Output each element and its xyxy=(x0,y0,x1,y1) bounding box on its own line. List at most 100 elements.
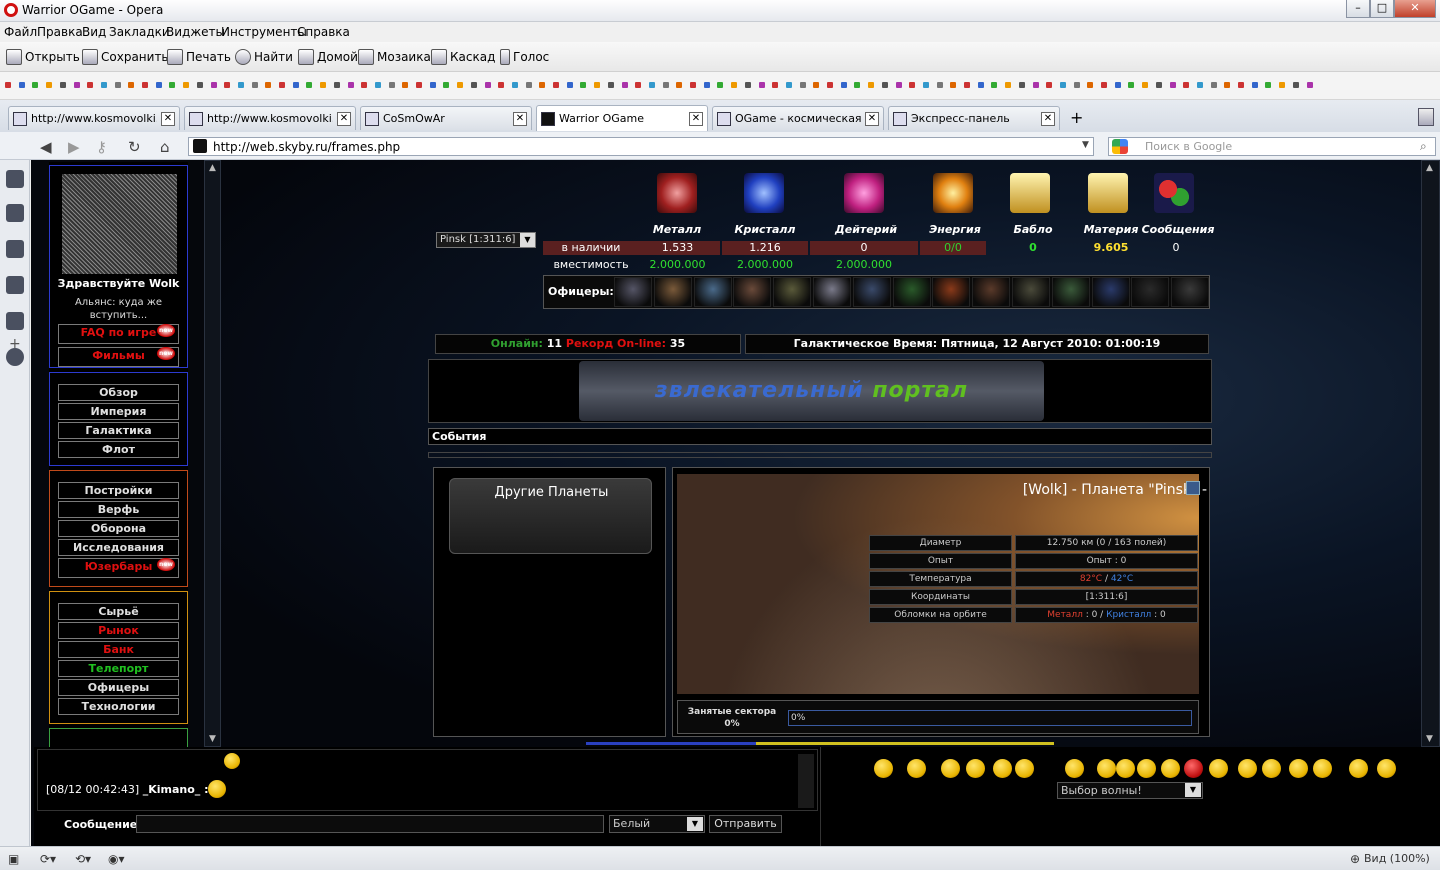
notes-icon[interactable] xyxy=(6,276,24,294)
google-icon[interactable] xyxy=(1112,139,1128,154)
officer-portrait[interactable] xyxy=(733,277,772,307)
bookmark-favicon-icon[interactable] xyxy=(553,82,559,88)
bookmark-favicon-icon[interactable] xyxy=(1005,82,1012,88)
smiley-icon[interactable] xyxy=(1313,759,1332,778)
tab-close-icon[interactable]: ✕ xyxy=(1041,111,1055,126)
sync-icon[interactable]: ⟳▾ xyxy=(40,852,56,866)
bookmark-favicon-icon[interactable] xyxy=(772,82,779,88)
tile-button[interactable]: Мозаика xyxy=(358,49,431,65)
bookmark-favicon-icon[interactable] xyxy=(306,82,313,88)
home-icon[interactable]: ⌂ xyxy=(160,138,170,156)
key-icon[interactable]: ⚷ xyxy=(96,138,107,156)
bookmark-favicon-icon[interactable] xyxy=(1292,82,1299,88)
nav-item[interactable]: Фильмы new xyxy=(58,347,179,367)
officer-portrait[interactable] xyxy=(972,277,1011,307)
bookmark-favicon-icon[interactable] xyxy=(1032,82,1039,88)
tab-speed-dial[interactable]: Экспресс-панель ✕ xyxy=(888,106,1060,130)
add-panel-icon[interactable]: + xyxy=(9,336,21,352)
bookmark-favicon-icon[interactable] xyxy=(813,82,820,88)
smiley-icon[interactable] xyxy=(1015,759,1034,778)
open-button[interactable]: Открыть xyxy=(6,49,80,65)
bookmark-favicon-icon[interactable] xyxy=(744,82,751,88)
smiley-icon[interactable] xyxy=(1377,759,1396,778)
officer-portrait[interactable] xyxy=(1131,277,1170,307)
bookmark-favicon-icon[interactable] xyxy=(18,82,25,88)
widgets-icon[interactable] xyxy=(6,240,24,258)
bookmark-favicon-icon[interactable] xyxy=(1018,82,1025,88)
bookmark-favicon-icon[interactable] xyxy=(210,82,217,88)
bookmark-favicon-icon[interactable] xyxy=(964,82,970,88)
smiley-icon[interactable] xyxy=(1116,759,1135,778)
chevron-down-icon[interactable]: ▼ xyxy=(687,817,703,831)
tab-kosmovolki-1[interactable]: http://www.kosmovolki.… ✕ xyxy=(8,106,180,130)
find-button[interactable]: Найти xyxy=(235,49,293,65)
nav-item[interactable]: Технологии xyxy=(58,698,179,715)
bookmark-favicon-icon[interactable] xyxy=(87,82,94,88)
nav-item[interactable]: Верфь xyxy=(58,501,179,518)
bookmark-favicon-icon[interactable] xyxy=(1306,82,1313,88)
bookmark-favicon-icon[interactable] xyxy=(1183,82,1190,88)
bookmark-favicon-icon[interactable] xyxy=(662,82,669,88)
bookmark-favicon-icon[interactable] xyxy=(580,82,587,88)
bookmark-favicon-icon[interactable] xyxy=(936,82,943,88)
menu-help[interactable]: Справка xyxy=(297,25,350,39)
bookmark-favicon-icon[interactable] xyxy=(347,82,354,88)
nav-item[interactable]: Обзор xyxy=(58,384,179,401)
bookmark-favicon-icon[interactable] xyxy=(498,82,505,88)
bookmark-favicon-icon[interactable] xyxy=(100,82,107,88)
bookmark-favicon-icon[interactable] xyxy=(128,82,135,88)
bookmark-favicon-icon[interactable] xyxy=(5,82,11,88)
bookmark-favicon-icon[interactable] xyxy=(59,82,66,88)
bookmark-favicon-icon[interactable] xyxy=(1210,82,1217,88)
nav-item[interactable]: Флот xyxy=(58,441,179,458)
bookmark-favicon-icon[interactable] xyxy=(333,82,340,88)
tab-close-icon[interactable]: ✕ xyxy=(689,111,703,126)
menu-bookmarks[interactable]: Закладки xyxy=(109,25,170,39)
bookmark-favicon-icon[interactable] xyxy=(1087,82,1094,88)
nav-item[interactable]: Сырьё xyxy=(58,603,179,620)
bookmark-favicon-icon[interactable] xyxy=(114,82,121,88)
bookmark-favicon-icon[interactable] xyxy=(1059,82,1066,88)
send-button[interactable]: Отправить xyxy=(709,815,782,833)
officer-portrait[interactable] xyxy=(852,277,891,307)
bookmark-favicon-icon[interactable] xyxy=(196,82,203,88)
url-dropdown-icon[interactable]: ▼ xyxy=(1082,140,1089,150)
bookmark-favicon-icon[interactable] xyxy=(868,82,875,88)
bookmark-favicon-icon[interactable] xyxy=(977,82,984,88)
officer-portrait[interactable] xyxy=(693,277,732,307)
panel-toggle-icon[interactable]: ▣ xyxy=(8,852,19,866)
bookmark-favicon-icon[interactable] xyxy=(1128,82,1135,88)
menu-view[interactable]: Вид xyxy=(82,25,106,39)
bookmark-favicon-icon[interactable] xyxy=(525,82,532,88)
bookmark-favicon-icon[interactable] xyxy=(1265,82,1272,88)
bookmark-favicon-icon[interactable] xyxy=(703,82,710,88)
tab-close-icon[interactable]: ✕ xyxy=(513,111,527,126)
minimize-button[interactable]: – xyxy=(1346,0,1370,18)
smiley-icon[interactable] xyxy=(1161,759,1180,778)
officer-portrait[interactable] xyxy=(614,277,652,307)
bookmark-favicon-icon[interactable] xyxy=(690,82,696,88)
settings-gear-icon[interactable] xyxy=(6,204,24,222)
bookmark-favicon-icon[interactable] xyxy=(1196,82,1203,88)
bookmark-favicon-icon[interactable] xyxy=(676,82,683,88)
bookmark-favicon-icon[interactable] xyxy=(594,82,601,88)
turbo-icon[interactable]: ⟲▾ xyxy=(75,852,91,866)
bookmark-favicon-icon[interactable] xyxy=(1142,82,1149,88)
bookmark-favicon-icon[interactable] xyxy=(607,82,614,88)
bookmark-favicon-icon[interactable] xyxy=(991,82,998,88)
bookmark-favicon-icon[interactable] xyxy=(635,82,642,88)
smiley-icon[interactable] xyxy=(1238,759,1257,778)
officer-portrait[interactable] xyxy=(932,277,971,307)
bookmark-favicon-icon[interactable] xyxy=(539,82,546,88)
message-input[interactable] xyxy=(136,815,604,833)
planet-settings-icon[interactable] xyxy=(1186,481,1200,495)
bookmark-favicon-icon[interactable] xyxy=(950,82,957,88)
bookmark-favicon-icon[interactable] xyxy=(183,82,190,88)
bookmark-favicon-icon[interactable] xyxy=(1224,82,1231,88)
bookmark-favicon-icon[interactable] xyxy=(648,82,655,88)
tab-cosmowar[interactable]: CoSmOwAr ✕ xyxy=(360,106,532,130)
bookmark-favicon-icon[interactable] xyxy=(799,82,806,88)
tab-ogame[interactable]: OGame - космическая с…✕ xyxy=(712,106,884,130)
bookmark-favicon-icon[interactable] xyxy=(142,82,148,88)
menu-widgets[interactable]: Виджеты xyxy=(166,25,225,39)
